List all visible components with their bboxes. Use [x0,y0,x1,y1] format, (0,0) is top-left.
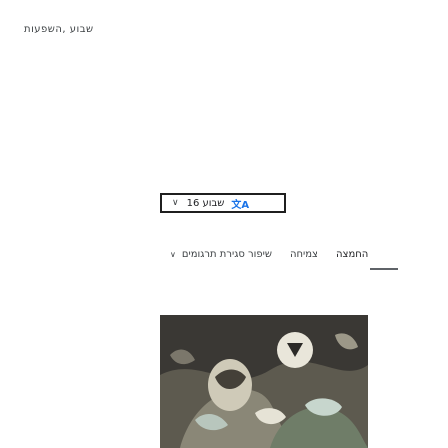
tab-closing[interactable]: ∨ שיפור סגירת תרגומים [170,249,272,260]
illustration-image [160,315,368,448]
illustration-svg [160,315,368,448]
page: שבוע ,השפעות ∨ שבוע 16 文A ∨ שיפור סגירת … [0,0,448,448]
chevron-down-icon: ∨ [172,198,179,208]
header-text: שבוע ,השפעות [24,24,94,35]
tab-missed[interactable]: החמצה [336,249,368,260]
chevron-down-icon: ∨ [170,250,176,259]
tab-growth[interactable]: צמיחה [290,249,318,260]
week-selector-label: שבוע 16 [186,197,225,209]
tab-label: החמצה [335,249,369,260]
tab-label: צמיחה [289,249,318,260]
tab-label: שיפור סגירת תרגומים [181,249,272,260]
translate-icon: 文A [231,199,250,211]
week-selector[interactable]: ∨ שבוע 16 文A [160,193,286,213]
active-tab-indicator [370,268,398,270]
tab-bar: ∨ שיפור סגירת תרגומים צמיחה החמצה [170,249,368,260]
